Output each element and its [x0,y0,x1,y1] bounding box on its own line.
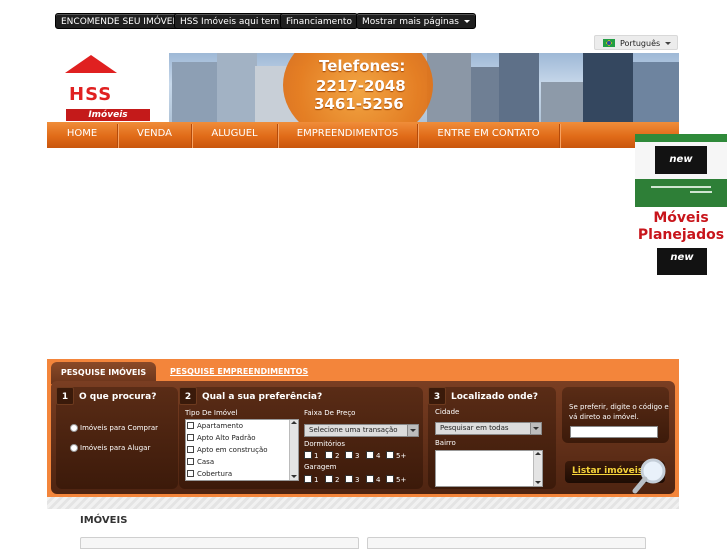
list-item[interactable]: Apto Alto Padrão [186,432,298,444]
main-nav: HOME VENDA ALUGUEL EMPREENDIMENTOS ENTRE… [47,122,679,148]
checkbox-label: 4 [376,452,381,460]
property-type-list[interactable]: Apartamento Apto Alto Padrão Apto em con… [185,419,299,481]
property-card[interactable] [80,537,359,549]
checkbox-label: 4 [376,476,381,484]
radio-buy-label: Imóveis para Comprar [80,424,159,432]
nav-aluguel[interactable]: ALUGUEL [192,122,277,148]
box-title: O que procura? [79,392,157,402]
checkbox-label: 1 [314,476,319,484]
price-label: Faixa De Preço [304,409,356,417]
scrollbar[interactable] [289,420,298,480]
nav-empreendimentos[interactable]: EMPREENDIMENTOS [278,122,417,148]
type-label: Tipo De Imóvel [185,409,238,417]
city-select[interactable]: Pesquisar em todas [435,422,542,435]
garage-1-checkbox[interactable] [304,475,312,483]
phone-number-1: 2217-2048 [316,77,406,95]
price-select[interactable]: Selecione uma transação [304,424,419,437]
more-pages-button[interactable]: Mostrar mais páginas [356,13,476,29]
list-item[interactable]: Apartamento [186,420,298,432]
radio-rent[interactable] [70,444,78,452]
language-label: Português [620,39,661,48]
phone-label: Telefones: [319,57,406,75]
phone-number-2: 3461-5256 [314,95,404,113]
code-input[interactable] [570,426,658,438]
list-item[interactable]: Cobertura [186,468,298,480]
property-card[interactable] [367,537,646,549]
bedrooms-3-checkbox[interactable] [345,451,353,459]
chevron-down-icon [463,20,470,23]
bedrooms-1-checkbox[interactable] [304,451,312,459]
search-panel: PESQUISE IMÓVEIS PESQUISE EMPREENDIMENTO… [47,359,679,497]
district-list[interactable] [435,450,543,487]
garage-5-checkbox[interactable] [386,475,394,483]
language-selector[interactable]: Português [594,35,678,50]
hss-logo[interactable]: HSS Imóveis [47,53,169,122]
search-box-what: 1 O que procura? Imóveis para Comprar Im… [56,387,178,489]
list-item[interactable]: Casa [186,456,298,468]
brazil-flag-icon [603,39,615,47]
bedrooms-5-checkbox[interactable] [386,451,394,459]
tab-search-developments[interactable]: PESQUISE EMPREENDIMENTOS [170,367,308,376]
nav-home[interactable]: HOME [47,122,117,148]
scrollbar[interactable] [533,451,542,486]
nav-venda[interactable]: VENDA [118,122,191,148]
house-roof-icon [65,55,117,73]
logo-letters: HSS [69,84,113,105]
header-banner: HSS Imóveis Telefones: 2217-2048 3461-52… [47,53,679,122]
search-box-preference: 2 Qual a sua preferência? Tipo De Imóvel… [179,387,423,489]
hss-properties-button[interactable]: HSS Imóveis aqui tem [174,13,286,29]
checkbox-label: 5+ [396,452,407,460]
checkbox-label: 1 [314,452,319,460]
step-number: 2 [179,387,197,405]
checkbox-label: 5+ [396,476,407,484]
ad-logo: new [657,248,707,275]
ad-logo: new [655,146,707,174]
logo-tag: Imóveis [66,109,150,121]
district-label: Bairro [435,439,456,447]
search-box-code: Se preferir, digite o código e vá direto… [562,387,669,443]
garage-label: Garagem [304,463,337,471]
bedrooms-2-checkbox[interactable] [325,451,333,459]
checkbox-label: 2 [335,452,340,460]
garage-4-checkbox[interactable] [366,475,374,483]
search-box-location: 3 Localizado onde? Cidade Pesquisar em t… [428,387,556,489]
ad-title: Móveis Planejados [637,210,725,243]
order-property-button[interactable]: ENCOMENDE SEU IMÓVEL [55,13,184,29]
step-number: 1 [56,387,74,405]
radio-rent-label: Imóveis para Alugar [80,444,151,452]
radio-buy[interactable] [70,424,78,432]
ad-banner-new[interactable]: new [635,134,727,207]
box-title: Localizado onde? [451,392,538,402]
garage-2-checkbox[interactable] [325,475,333,483]
nav-contato[interactable]: ENTRE EM CONTATO [418,122,559,148]
chevron-down-icon [665,42,671,45]
financing-button[interactable]: Financiamento [280,13,358,29]
step-number: 3 [428,387,446,405]
city-label: Cidade [435,408,460,416]
bedrooms-4-checkbox[interactable] [366,451,374,459]
code-hint: Se preferir, digite o código e vá direto… [569,403,669,421]
ad-banner-furniture[interactable]: Móveis Planejados new [635,209,727,278]
checkbox-label: 2 [335,476,340,484]
section-title: IMÓVEIS [80,515,128,526]
divider-stripe [47,497,679,509]
checkbox-label: 3 [355,452,360,460]
magnifier-icon [632,458,666,494]
box-title: Qual a sua preferência? [202,392,323,402]
garage-3-checkbox[interactable] [345,475,353,483]
checkbox-label: 3 [355,476,360,484]
list-item[interactable]: Apto em construção [186,444,298,456]
bedrooms-label: Dormitórios [304,440,345,448]
